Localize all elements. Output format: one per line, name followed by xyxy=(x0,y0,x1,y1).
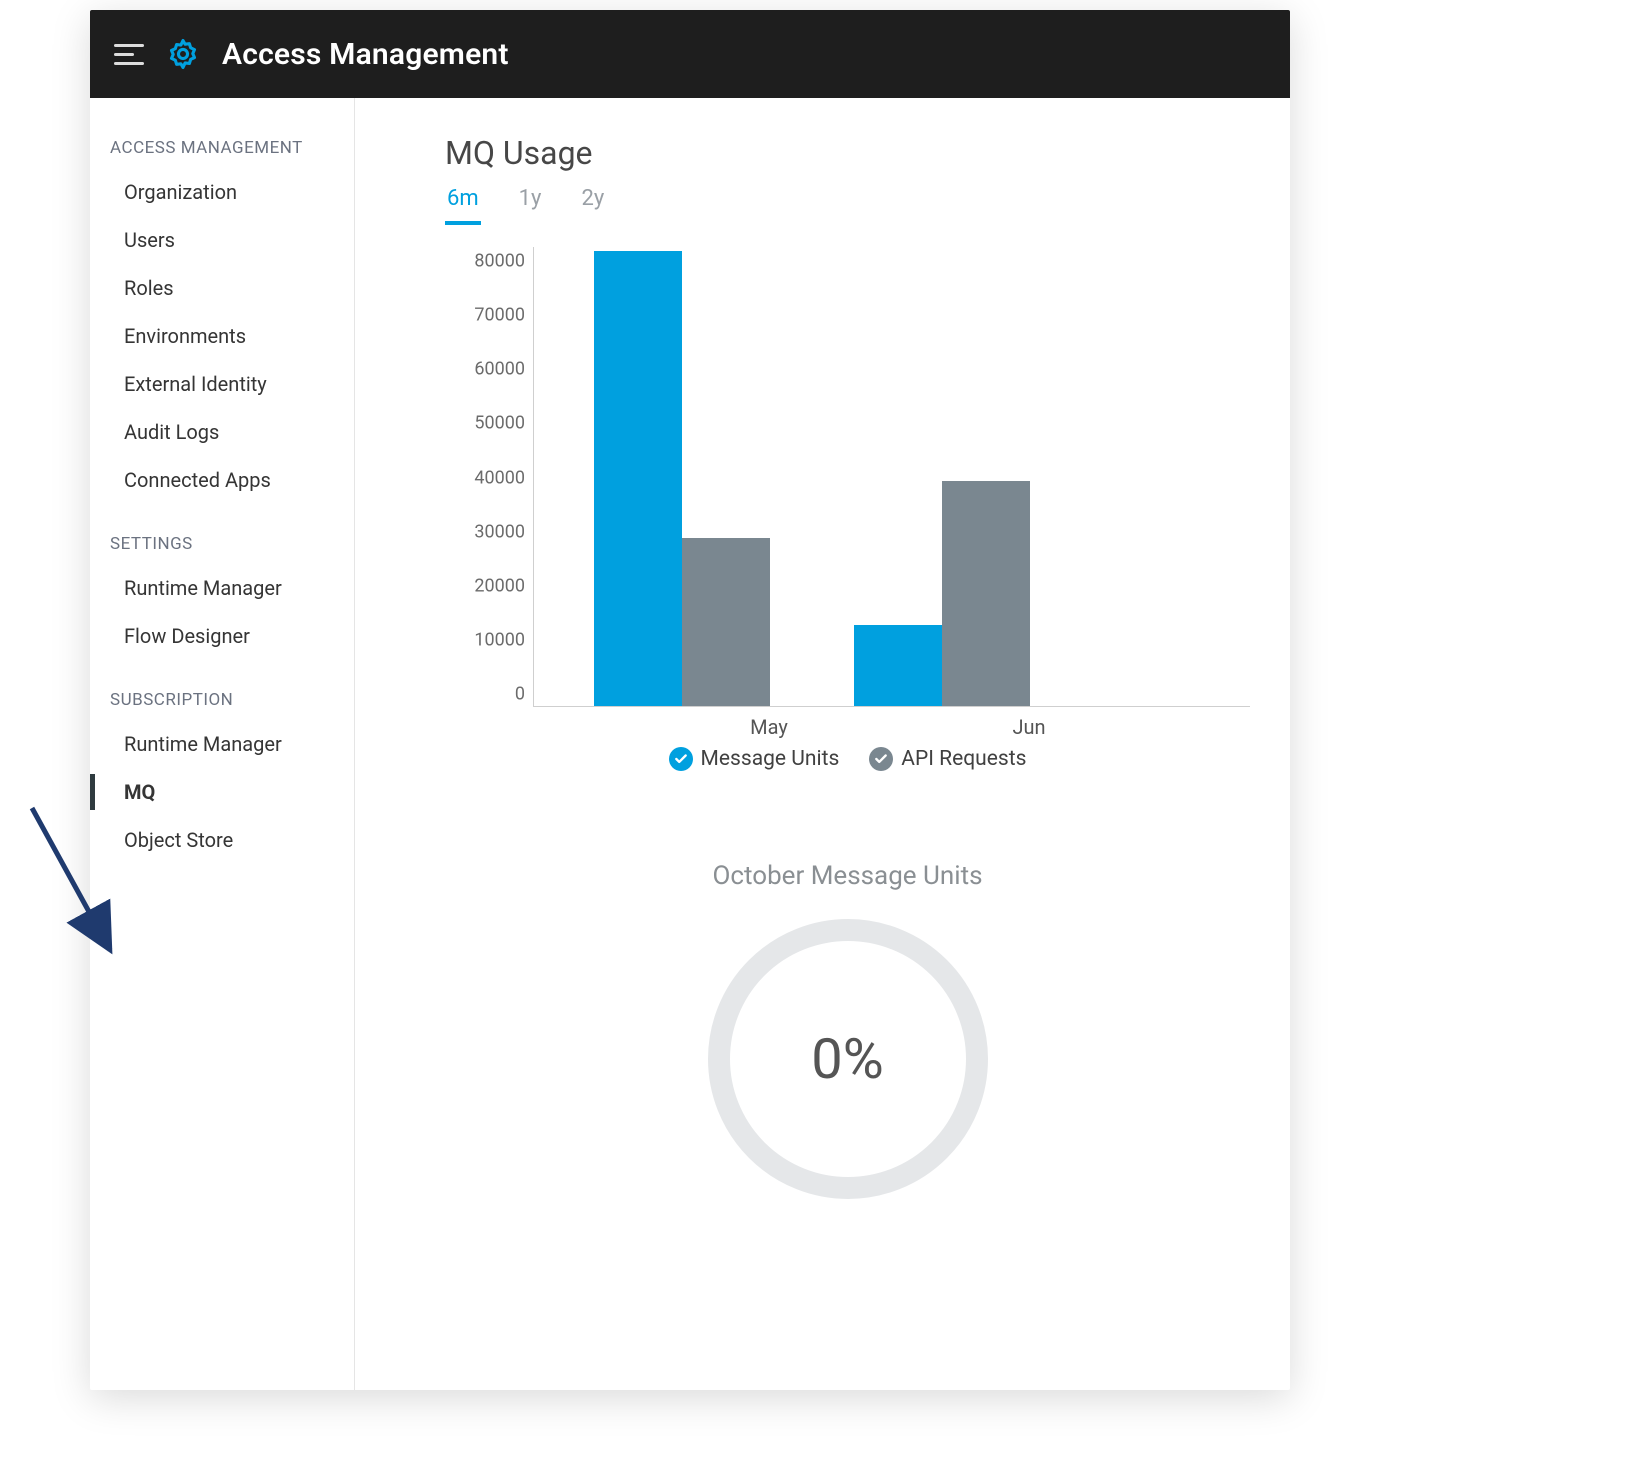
sidebar-section-access-management: ACCESS MANAGEMENT xyxy=(90,126,354,168)
sidebar-item-label: External Identity xyxy=(124,372,267,396)
y-tick-label: 20000 xyxy=(474,575,525,596)
sidebar-item-runtime-manager-settings[interactable]: Runtime Manager xyxy=(90,564,354,612)
gear-icon[interactable] xyxy=(166,37,200,71)
sidebar-item-audit-logs[interactable]: Audit Logs xyxy=(90,408,354,456)
sidebar-item-flow-designer[interactable]: Flow Designer xyxy=(90,612,354,660)
sidebar-item-roles[interactable]: Roles xyxy=(90,264,354,312)
gauge-title: October Message Units xyxy=(445,861,1250,891)
sidebar-item-label: Connected Apps xyxy=(124,468,271,492)
sidebar-item-label: MQ xyxy=(124,780,155,804)
x-tick-label: May xyxy=(750,715,788,739)
tab-label: 2y xyxy=(581,186,604,211)
time-range-tabs: 6m 1y 2y xyxy=(445,182,1250,225)
y-tick-label: 80000 xyxy=(474,251,525,272)
page-title: MQ Usage xyxy=(445,134,1250,172)
sidebar-item-label: Object Store xyxy=(124,828,233,852)
tab-label: 1y xyxy=(519,186,542,211)
sidebar-item-label: Flow Designer xyxy=(124,624,250,648)
sidebar-item-mq[interactable]: MQ xyxy=(90,768,354,816)
bar xyxy=(594,251,682,706)
check-circle-icon xyxy=(869,747,893,771)
gauge-section: October Message Units 0% xyxy=(445,861,1250,1199)
sidebar-item-label: Runtime Manager xyxy=(124,732,282,756)
sidebar-item-external-identity[interactable]: External Identity xyxy=(90,360,354,408)
y-tick-label: 0 xyxy=(515,684,525,705)
legend-label: Message Units xyxy=(701,747,840,771)
gauge-value: 0% xyxy=(811,1026,884,1092)
tab-6m[interactable]: 6m xyxy=(445,182,481,225)
sidebar-item-label: Organization xyxy=(124,180,237,204)
sidebar-item-connected-apps[interactable]: Connected Apps xyxy=(90,456,354,504)
sidebar-item-label: Environments xyxy=(124,324,246,348)
y-tick-label: 30000 xyxy=(474,521,525,542)
bar xyxy=(682,538,770,706)
bar xyxy=(854,625,942,706)
menu-icon[interactable] xyxy=(114,44,144,65)
sidebar-item-object-store[interactable]: Object Store xyxy=(90,816,354,864)
legend-item-message-units[interactable]: Message Units xyxy=(669,747,840,771)
sidebar-section-subscription: SUBSCRIPTION xyxy=(90,678,354,720)
legend-item-api-requests[interactable]: API Requests xyxy=(869,747,1026,771)
sidebar-item-runtime-manager-subscription[interactable]: Runtime Manager xyxy=(90,720,354,768)
sidebar-item-label: Audit Logs xyxy=(124,420,219,444)
sidebar-item-users[interactable]: Users xyxy=(90,216,354,264)
sidebar-item-label: Users xyxy=(124,228,175,252)
app-header: Access Management xyxy=(90,10,1290,98)
sidebar-item-label: Roles xyxy=(124,276,174,300)
usage-gauge: 0% xyxy=(708,919,988,1199)
usage-bar-chart: 0 10000 20000 30000 40000 50000 60000 70000 8000… xyxy=(445,247,1250,737)
sidebar-item-organization[interactable]: Organization xyxy=(90,168,354,216)
sidebar-item-environments[interactable]: Environments xyxy=(90,312,354,360)
legend-label: API Requests xyxy=(901,747,1026,771)
sidebar: ACCESS MANAGEMENT Organization Users Rol… xyxy=(90,98,355,1390)
main-content: MQ Usage 6m 1y 2y 0 10000 20000 30000 40000 5… xyxy=(355,98,1290,1390)
bar-group xyxy=(594,251,784,706)
y-tick-label: 70000 xyxy=(474,305,525,326)
x-tick-label: Jun xyxy=(1012,715,1045,739)
bar-group xyxy=(854,481,1044,706)
app-title: Access Management xyxy=(222,37,509,72)
sidebar-item-label: Runtime Manager xyxy=(124,576,282,600)
chart-y-axis: 0 10000 20000 30000 40000 50000 60000 70000 8000… xyxy=(445,247,533,715)
tab-label: 6m xyxy=(447,186,479,211)
app-window: Access Management ACCESS MANAGEMENT Orga… xyxy=(90,10,1290,1390)
chart-x-axis: May Jun xyxy=(533,707,1250,741)
chart-legend: Message Units API Requests xyxy=(445,747,1250,771)
y-tick-label: 10000 xyxy=(474,629,525,650)
tab-2y[interactable]: 2y xyxy=(579,182,606,225)
chart-plot-area xyxy=(533,247,1250,707)
tab-1y[interactable]: 1y xyxy=(517,182,544,225)
bar xyxy=(942,481,1030,706)
sidebar-section-settings: SETTINGS xyxy=(90,522,354,564)
y-tick-label: 50000 xyxy=(474,413,525,434)
y-tick-label: 60000 xyxy=(474,359,525,380)
check-circle-icon xyxy=(669,747,693,771)
y-tick-label: 40000 xyxy=(474,467,525,488)
